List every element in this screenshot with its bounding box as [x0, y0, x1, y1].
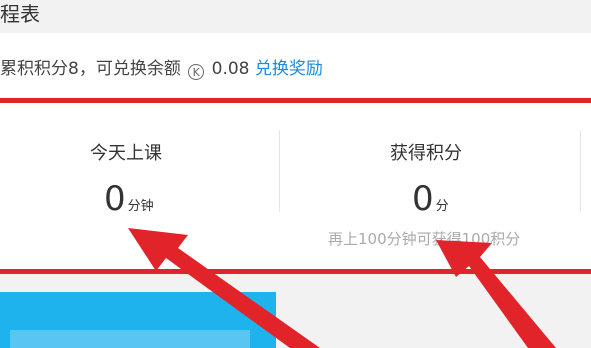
header-bar: 程表 — [0, 0, 591, 32]
highlight-line-bottom — [0, 269, 591, 274]
today-class-value: 0 分钟 — [104, 179, 154, 219]
redeem-link[interactable]: 兑换奖励 — [255, 59, 323, 79]
stats-panel: 今天上课 0 分钟 获得积分 0分 再上100分钟可获得100积分 — [0, 103, 591, 269]
today-minutes: 0 — [104, 179, 126, 219]
coin-icon: K — [188, 64, 205, 80]
course-card-strip — [10, 330, 250, 348]
today-unit: 分钟 — [127, 199, 154, 214]
earned-points-value: 0分 — [412, 179, 449, 219]
balance-value: 0.08 — [211, 59, 250, 79]
earned-points: 0 — [412, 179, 434, 219]
points-line: 累积积分8，可兑换余额 K 0.08 兑换奖励 — [0, 58, 323, 80]
stats-divider-right — [580, 130, 581, 212]
points-text: 累积积分8，可兑换余额 — [0, 59, 181, 79]
stats-divider — [279, 130, 280, 212]
earned-unit: 分 — [435, 199, 449, 214]
lower-section — [0, 277, 591, 348]
points-summary: 累积积分8，可兑换余额 K 0.08 兑换奖励 — [0, 33, 591, 97]
page-title: 程表 — [0, 2, 40, 26]
earn-hint: 再上100分钟可获得100积分 — [328, 230, 521, 248]
earned-points-label: 获得积分 — [390, 143, 462, 164]
today-class-label: 今天上课 — [90, 143, 162, 164]
course-card[interactable] — [0, 292, 276, 348]
